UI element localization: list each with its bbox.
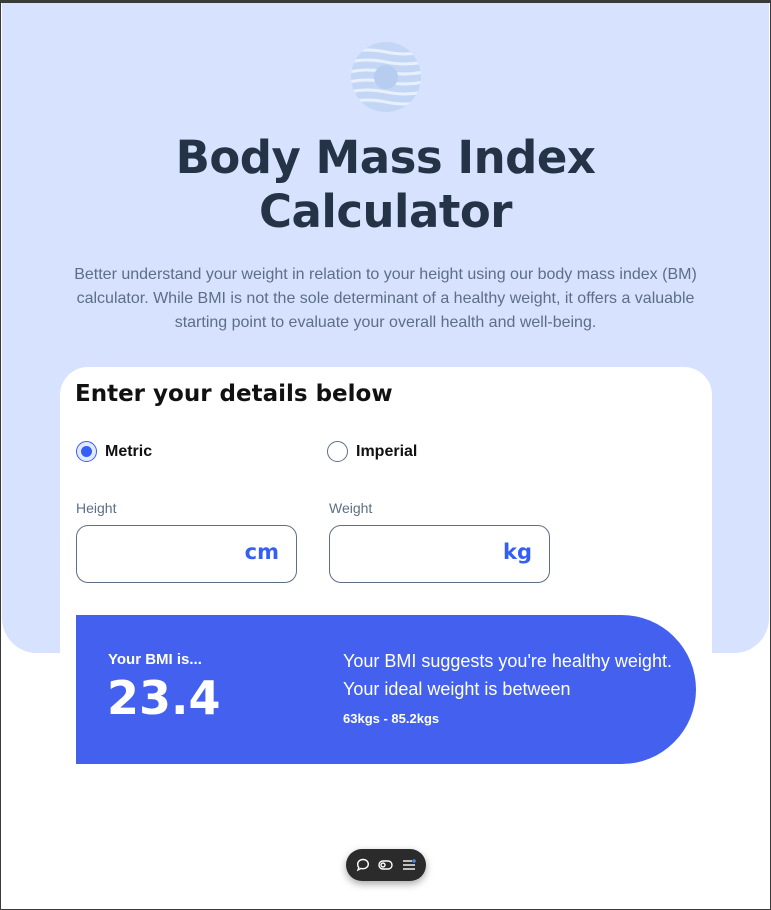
weight-input[interactable] bbox=[346, 540, 486, 568]
title-line-2: Calculator bbox=[259, 185, 512, 238]
height-input[interactable] bbox=[93, 540, 233, 568]
comment-icon[interactable] bbox=[355, 857, 371, 873]
floating-toolbar bbox=[346, 849, 426, 881]
settings-list-icon[interactable] bbox=[401, 857, 417, 873]
form-title: Enter your details below bbox=[75, 381, 393, 407]
imperial-radio[interactable]: Imperial bbox=[327, 441, 417, 462]
page-title: Body Mass Index Calculator bbox=[1, 131, 770, 239]
weight-unit: kg bbox=[503, 540, 532, 564]
radio-unchecked-icon[interactable] bbox=[327, 441, 348, 462]
weight-label: Weight bbox=[329, 500, 373, 516]
bmi-result-label: Your BMI is... bbox=[108, 651, 202, 668]
bmi-result-value: 23.4 bbox=[107, 671, 221, 725]
title-line-1: Body Mass Index bbox=[175, 131, 596, 184]
height-label: Height bbox=[76, 500, 117, 516]
height-field[interactable]: cm bbox=[76, 525, 297, 583]
height-unit: cm bbox=[244, 540, 279, 564]
bmi-result-message: Your BMI suggests you're healthy weight.… bbox=[343, 651, 672, 699]
logo-icon bbox=[351, 42, 421, 112]
bmi-result-panel: Your BMI is... 23.4 Your BMI suggests yo… bbox=[76, 615, 696, 764]
intro-text: Better understand your weight in relatio… bbox=[74, 266, 697, 331]
toggle-icon[interactable] bbox=[378, 857, 394, 873]
metric-radio[interactable]: Metric bbox=[76, 441, 152, 462]
radio-checked-icon[interactable] bbox=[76, 441, 97, 462]
ideal-weight-range: 63kgs - 85.2kgs bbox=[343, 711, 440, 726]
imperial-label: Imperial bbox=[356, 442, 418, 460]
metric-label: Metric bbox=[105, 442, 153, 460]
weight-field[interactable]: kg bbox=[329, 525, 550, 583]
